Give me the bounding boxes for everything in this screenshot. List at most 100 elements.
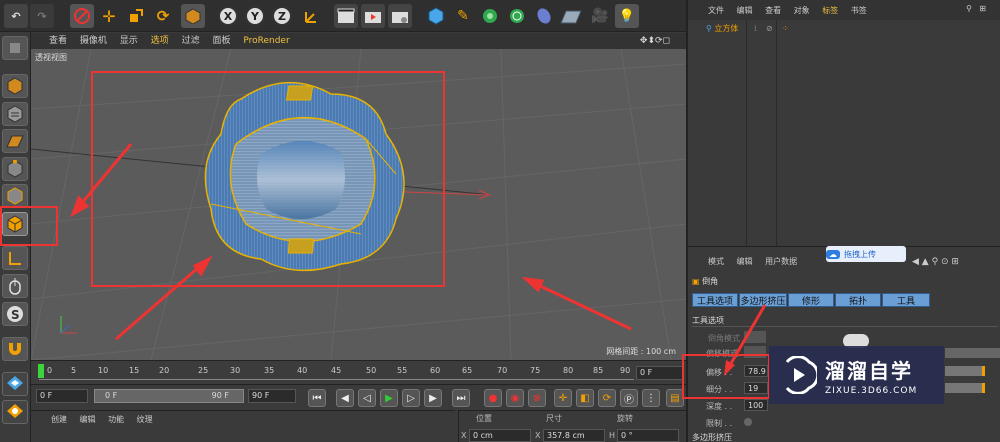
offset-mode-dropdown[interactable] (945, 348, 1000, 358)
tab-topology[interactable]: 拓扑 (835, 293, 881, 307)
axis-z-button[interactable]: Z (272, 6, 292, 26)
cloner-icon[interactable] (505, 4, 529, 28)
attr-menu-item[interactable]: 编辑 (737, 257, 753, 266)
axis-y-button[interactable]: Y (245, 6, 265, 26)
cube-primitive-icon[interactable] (424, 4, 448, 28)
model-mode-icon[interactable] (2, 74, 28, 98)
viewport-menu-item[interactable]: 过滤 (182, 36, 200, 46)
om-search-icon[interactable]: ⚲ (966, 4, 972, 13)
workplane-mode-icon[interactable] (2, 129, 28, 153)
timeline-tick: 35 (264, 366, 275, 375)
attr-menu-item[interactable]: 模式 (708, 257, 724, 266)
axis-x-button[interactable]: X (218, 6, 238, 26)
timeline-playhead[interactable] (38, 364, 44, 378)
object-row[interactable]: ⚲ 立方体 ⁞ ⊘ ⁘ (692, 22, 997, 36)
end-frame-field[interactable]: 90 F (248, 389, 296, 403)
next-frame-icon[interactable]: ▷ (402, 389, 420, 407)
snap-icon[interactable]: S (2, 302, 28, 326)
layout-grid-icon[interactable] (2, 372, 28, 396)
object-visibility-icon[interactable]: ⁞ (754, 22, 757, 36)
om-menu-item[interactable]: 编辑 (737, 6, 753, 15)
material-menu-item[interactable]: 功能 (108, 415, 124, 424)
subdivision-slider-track[interactable] (945, 383, 985, 393)
prev-frame-icon[interactable]: ◁ (358, 389, 376, 407)
cloud-icon: ☁ (826, 249, 840, 259)
enable-axis-icon[interactable] (2, 246, 28, 270)
om-menu-item[interactable]: 查看 (765, 6, 781, 15)
make-editable-icon[interactable] (2, 36, 28, 60)
viewport-menu-item[interactable]: 摄像机 (80, 36, 107, 46)
viewport-menu-item[interactable]: 显示 (120, 36, 138, 46)
redo-icon[interactable]: ↷ (30, 4, 54, 28)
object-mode-icon[interactable] (181, 4, 205, 28)
subdivision-icon[interactable] (478, 4, 502, 28)
frame-range-slider[interactable]: 0 F 90 F (94, 389, 244, 403)
viewport-menu-item[interactable]: 面板 (212, 36, 230, 46)
next-key-icon[interactable]: ▶ (424, 389, 442, 407)
render-layout-icon[interactable] (2, 400, 28, 424)
object-tag-icon[interactable]: ⁘ (782, 22, 789, 36)
render-picture-viewer-icon[interactable] (361, 4, 385, 28)
attr-nav-icons[interactable]: ◀ ▲ ⚲ ⊙ ⊞ (912, 257, 959, 267)
offset-slider-track[interactable] (945, 366, 985, 376)
om-menu-item[interactable]: 标签 (822, 6, 838, 15)
render-settings-icon[interactable] (388, 4, 412, 28)
coordinate-system-icon[interactable] (300, 4, 324, 28)
camera-icon[interactable]: 🎥 (588, 4, 612, 28)
coord-header-rotation: 旋转 (617, 414, 633, 423)
attr-menu-item[interactable]: 用户数据 (765, 257, 797, 266)
goto-start-icon[interactable]: ⏮ (308, 389, 326, 407)
om-menu-item[interactable]: 书签 (851, 6, 867, 15)
pen-spline-icon[interactable]: ✎ (451, 4, 475, 28)
autokey-icon[interactable]: ◉ (506, 389, 524, 407)
om-settings-icon[interactable]: ⊞ (979, 4, 986, 13)
size-x-field[interactable]: 357.8 cm (543, 429, 605, 442)
viewport-menu-item[interactable]: 查看 (49, 36, 67, 46)
keyframe-selection-icon[interactable]: ⊗ (528, 389, 546, 407)
magnet-icon[interactable] (2, 337, 28, 361)
light-icon[interactable]: 💡 (615, 4, 639, 28)
tweak-mode-icon[interactable] (2, 274, 28, 298)
om-menu-item[interactable]: 对象 (794, 6, 810, 15)
om-menu-item[interactable]: 文件 (708, 6, 724, 15)
scale-icon[interactable] (124, 4, 148, 28)
points-mode-icon[interactable] (2, 157, 28, 181)
material-menu-item[interactable]: 编辑 (80, 415, 96, 424)
undo-icon[interactable]: ↶ (4, 4, 28, 28)
texture-mode-icon[interactable] (2, 102, 28, 126)
material-menu-item[interactable]: 纹理 (137, 415, 153, 424)
record-icon[interactable]: ● (484, 389, 502, 407)
prev-key-icon[interactable]: ◀ (336, 389, 354, 407)
object-check-icon[interactable]: ⊘ (766, 22, 773, 36)
edges-mode-icon[interactable] (2, 184, 28, 208)
material-menu-item[interactable]: 创建 (51, 415, 67, 424)
object-name[interactable]: 立方体 (714, 24, 738, 33)
rotate-icon[interactable]: ⟳ (151, 4, 175, 28)
viewport[interactable]: 透视视图 网格间距: 100 cm (31, 49, 686, 360)
tab-shaping[interactable]: 修形 (788, 293, 834, 307)
timeline-tick: 5 (71, 366, 77, 375)
move-icon[interactable]: ✛ (97, 4, 121, 28)
start-frame-field[interactable]: 0 F (36, 389, 88, 403)
current-frame-field[interactable]: 0 F (636, 366, 684, 380)
viewport-menu-item[interactable]: 选项 (151, 36, 169, 46)
rotation-h-field[interactable]: 0 ° (617, 429, 679, 442)
goto-end-icon[interactable]: ⏭ (452, 389, 470, 407)
upload-badge[interactable]: ☁ 拖拽上传 (826, 246, 906, 262)
deformer-icon[interactable] (532, 4, 556, 28)
position-x-field[interactable]: 0 cm (469, 429, 531, 442)
key-rotation-icon[interactable]: ⟳ (598, 389, 616, 407)
limit-checkbox[interactable] (744, 418, 752, 426)
floor-icon[interactable] (559, 4, 583, 28)
play-icon[interactable]: ▶ (380, 389, 398, 407)
render-view-icon[interactable] (334, 4, 358, 28)
depth-field[interactable]: 100 (744, 399, 768, 411)
key-scale-icon[interactable]: ◧ (576, 389, 594, 407)
key-pla-icon[interactable]: ⋮ (642, 389, 660, 407)
live-select-icon[interactable] (70, 4, 94, 28)
viewport-menu-item[interactable]: ProRender (243, 36, 289, 46)
key-position-icon[interactable]: ✛ (554, 389, 572, 407)
key-param-icon[interactable]: Ⓟ (620, 389, 638, 407)
tab-tool[interactable]: 工具 (882, 293, 930, 307)
viewport-nav-icons[interactable]: ✥⬍⟳◻ (640, 33, 670, 49)
